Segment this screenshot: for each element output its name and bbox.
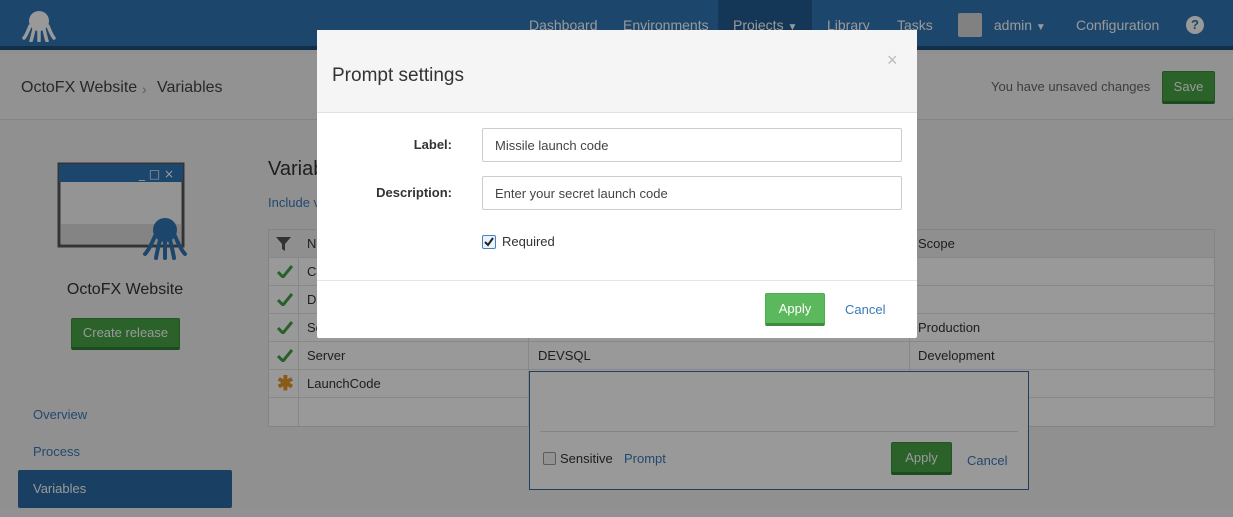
dialog-title: Prompt settings <box>332 65 464 86</box>
dialog-apply-button[interactable]: Apply <box>765 293 825 326</box>
checkmark-icon <box>484 237 494 247</box>
dialog-cancel-link[interactable]: Cancel <box>845 302 885 317</box>
dialog-footer-divider <box>317 280 917 281</box>
description-input[interactable] <box>482 176 902 210</box>
prompt-settings-dialog: Prompt settings × Label: Description: Re… <box>317 30 917 338</box>
dialog-header: Prompt settings × <box>317 30 917 113</box>
close-icon[interactable]: × <box>887 50 898 71</box>
description-field-label: Description: <box>376 185 452 200</box>
required-checkbox[interactable] <box>482 235 496 249</box>
label-input[interactable] <box>482 128 902 162</box>
label-field-label: Label: <box>413 137 452 152</box>
required-label: Required <box>502 234 555 249</box>
